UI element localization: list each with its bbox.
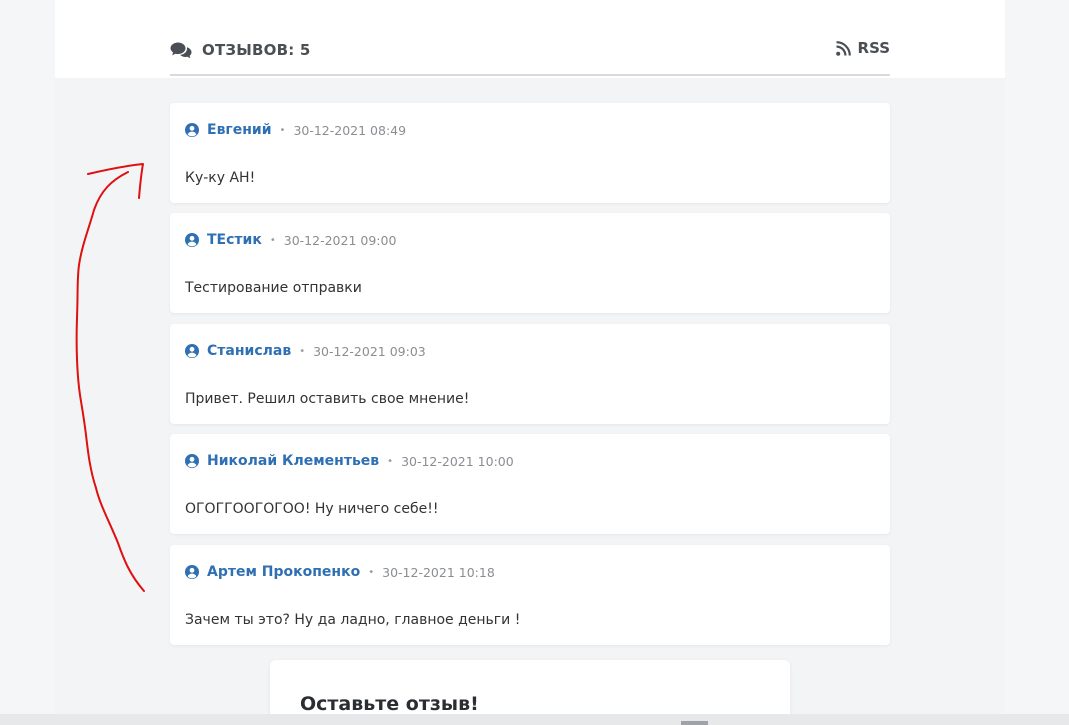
comments-count-title: ОТЗЫВОВ: 5 [202,41,311,59]
rss-link[interactable]: RSS [835,39,890,57]
comment-item: Артем Прокопенко • 30-12-2021 10:18 Заче… [170,545,890,645]
comment-author[interactable]: ТЕстик [207,232,262,248]
comment-meta: Николай Клементьев • 30-12-2021 10:00 [185,453,514,469]
comment-author[interactable]: Станислав [207,343,291,359]
comment-date: 30-12-2021 09:03 [313,343,426,359]
horizontal-scrollbar[interactable] [0,714,1069,725]
comments-header: ОТЗЫВОВ: 5 RSS [170,36,890,76]
comment-meta: Станислав • 30-12-2021 09:03 [185,343,426,359]
comment-date: 30-12-2021 10:00 [401,453,514,469]
comment-author[interactable]: Николай Клементьев [207,453,379,469]
comment-date: 30-12-2021 10:18 [382,564,495,580]
meta-separator: • [299,345,306,357]
meta-separator: • [368,566,375,578]
rss-label: RSS [857,39,890,57]
user-circle-icon [185,344,207,358]
comment-meta: Артем Прокопенко • 30-12-2021 10:18 [185,564,495,580]
meta-separator: • [387,455,394,467]
comment-meta: Евгений • 30-12-2021 08:49 [185,122,406,138]
right-margin [1005,0,1069,725]
page: ОТЗЫВОВ: 5 RSS Евгений • 30-12-2021 08:4… [0,0,1069,725]
comment-date: 30-12-2021 09:00 [283,232,397,248]
meta-separator: • [279,124,286,136]
comment-item: ТЕстик • 30-12-2021 09:00 Тестирование о… [170,213,890,313]
comment-date: 30-12-2021 08:49 [293,122,407,138]
user-circle-icon [185,565,207,579]
scrollbar-thumb[interactable] [681,721,708,725]
comment-item: Николай Клементьев • 30-12-2021 10:00 ОГ… [170,434,890,534]
comment-text: Зачем ты это? Ну да ладно, главное деньг… [185,612,521,628]
comments-icon [170,42,192,59]
comment-text: ОГОГГООГОГОО! Ну ничего себе!! [185,501,439,517]
comment-author[interactable]: Артем Прокопенко [207,564,360,580]
meta-separator: • [269,234,276,246]
comment-item: Станислав • 30-12-2021 09:03 Привет. Реш… [170,324,890,424]
comment-author[interactable]: Евгений [207,122,272,138]
comment-text: Привет. Решил оставить свое мнение! [185,391,470,407]
left-margin [0,0,55,725]
user-circle-icon [185,233,207,247]
comments-title: ОТЗЫВОВ: 5 [170,41,310,59]
user-circle-icon [185,454,207,468]
comment-item: Евгений • 30-12-2021 08:49 Ку-ку АН! [170,103,890,203]
comment-text: Ку-ку АН! [185,170,256,186]
comment-text: Тестирование отправки [185,280,362,296]
rss-icon [835,40,851,56]
user-circle-icon [185,123,207,137]
review-form-title: Оставьте отзыв! [300,693,479,715]
comment-meta: ТЕстик • 30-12-2021 09:00 [185,232,396,248]
